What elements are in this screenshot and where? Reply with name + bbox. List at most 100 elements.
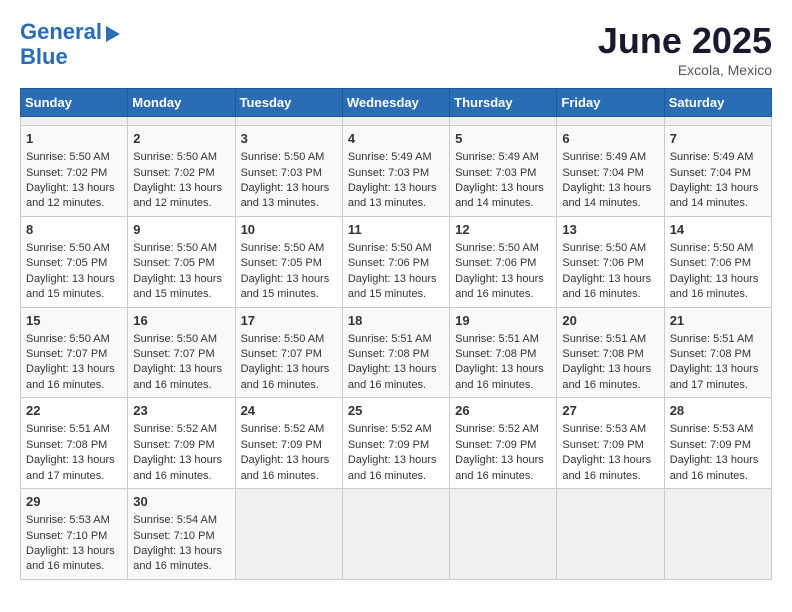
- calendar-table: SundayMondayTuesdayWednesdayThursdayFrid…: [20, 88, 772, 580]
- day-number: 24: [241, 402, 337, 420]
- logo-arrow-icon: [106, 26, 120, 42]
- calendar-cell: 6 Sunrise: 5:49 AM Sunset: 7:04 PM Daylig…: [557, 126, 664, 217]
- calendar-cell: [235, 117, 342, 126]
- day-info: Sunrise: 5:50 AM Sunset: 7:06 PM Dayligh…: [455, 241, 551, 303]
- calendar-cell: 12Sunrise: 5:50 AM Sunset: 7:06 PM Dayli…: [450, 216, 557, 307]
- calendar-week-row: 8 Sunrise: 5:50 AM Sunset: 7:05 PM Daylig…: [21, 216, 772, 307]
- day-number: 6: [562, 130, 658, 148]
- calendar-cell: [342, 117, 449, 126]
- calendar-cell: 9 Sunrise: 5:50 AM Sunset: 7:05 PM Daylig…: [128, 216, 235, 307]
- calendar-cell: [557, 117, 664, 126]
- day-info: Sunrise: 5:49 AM Sunset: 7:03 PM Dayligh…: [348, 150, 444, 212]
- day-number: 11: [348, 221, 444, 239]
- day-info: Sunrise: 5:53 AM Sunset: 7:10 PM Dayligh…: [26, 513, 122, 575]
- day-number: 17: [241, 312, 337, 330]
- day-number: 2: [133, 130, 229, 148]
- calendar-week-row: 29 Sunrise: 5:53 AM Sunset: 7:10 PM Dayli…: [21, 489, 772, 580]
- day-number: 8: [26, 221, 122, 239]
- calendar-cell: 22 Sunrise: 5:51 AM Sunset: 7:08 PM Dayli…: [21, 398, 128, 489]
- day-number: 21: [670, 312, 766, 330]
- calendar-cell: [557, 489, 664, 580]
- calendar-cell: 8 Sunrise: 5:50 AM Sunset: 7:05 PM Daylig…: [21, 216, 128, 307]
- calendar-week-row: 1 Sunrise: 5:50 AM Sunset: 7:02 PM Daylig…: [21, 126, 772, 217]
- calendar-cell: [342, 489, 449, 580]
- weekday-header: Sunday: [21, 89, 128, 117]
- logo-blue-text: Blue: [20, 44, 68, 70]
- calendar-cell: [664, 117, 771, 126]
- day-info: Sunrise: 5:50 AM Sunset: 7:05 PM Dayligh…: [26, 241, 122, 303]
- calendar-cell: 23 Sunrise: 5:52 AM Sunset: 7:09 PM Dayli…: [128, 398, 235, 489]
- calendar-cell: [450, 117, 557, 126]
- day-number: 29: [26, 493, 122, 511]
- calendar-cell: 10 Sunrise: 5:50 AM Sunset: 7:05 PM Dayli…: [235, 216, 342, 307]
- calendar-cell: 20 Sunrise: 5:51 AM Sunset: 7:08 PM Dayli…: [557, 307, 664, 398]
- day-number: 9: [133, 221, 229, 239]
- day-number: 13: [562, 221, 658, 239]
- calendar-cell: 29 Sunrise: 5:53 AM Sunset: 7:10 PM Dayli…: [21, 489, 128, 580]
- weekday-header: Tuesday: [235, 89, 342, 117]
- day-info: Sunrise: 5:52 AM Sunset: 7:09 PM Dayligh…: [241, 422, 337, 484]
- day-info: Sunrise: 5:50 AM Sunset: 7:06 PM Dayligh…: [348, 241, 444, 303]
- calendar-cell: 2 Sunrise: 5:50 AM Sunset: 7:02 PM Daylig…: [128, 126, 235, 217]
- day-info: Sunrise: 5:50 AM Sunset: 7:06 PM Dayligh…: [670, 241, 766, 303]
- day-info: Sunrise: 5:50 AM Sunset: 7:05 PM Dayligh…: [133, 241, 229, 303]
- day-info: Sunrise: 5:52 AM Sunset: 7:09 PM Dayligh…: [455, 422, 551, 484]
- location-subtitle: Excola, Mexico: [598, 62, 772, 78]
- calendar-cell: 19Sunrise: 5:51 AM Sunset: 7:08 PM Dayli…: [450, 307, 557, 398]
- day-info: Sunrise: 5:49 AM Sunset: 7:04 PM Dayligh…: [670, 150, 766, 212]
- calendar-cell: [21, 117, 128, 126]
- day-info: Sunrise: 5:53 AM Sunset: 7:09 PM Dayligh…: [562, 422, 658, 484]
- calendar-cell: 7 Sunrise: 5:49 AM Sunset: 7:04 PM Daylig…: [664, 126, 771, 217]
- calendar-cell: [128, 117, 235, 126]
- day-info: Sunrise: 5:50 AM Sunset: 7:07 PM Dayligh…: [241, 332, 337, 394]
- calendar-week-row: [21, 117, 772, 126]
- day-number: 30: [133, 493, 229, 511]
- day-number: 28: [670, 402, 766, 420]
- day-number: 23: [133, 402, 229, 420]
- weekday-header: Saturday: [664, 89, 771, 117]
- day-number: 4: [348, 130, 444, 148]
- day-info: Sunrise: 5:50 AM Sunset: 7:05 PM Dayligh…: [241, 241, 337, 303]
- calendar-cell: 17 Sunrise: 5:50 AM Sunset: 7:07 PM Dayli…: [235, 307, 342, 398]
- day-number: 10: [241, 221, 337, 239]
- day-number: 7: [670, 130, 766, 148]
- day-info: Sunrise: 5:49 AM Sunset: 7:04 PM Dayligh…: [562, 150, 658, 212]
- logo-text: General: [20, 20, 102, 44]
- day-number: 27: [562, 402, 658, 420]
- calendar-cell: 16Sunrise: 5:50 AM Sunset: 7:07 PM Dayli…: [128, 307, 235, 398]
- calendar-week-row: 15 Sunrise: 5:50 AM Sunset: 7:07 PM Dayli…: [21, 307, 772, 398]
- calendar-cell: 1 Sunrise: 5:50 AM Sunset: 7:02 PM Daylig…: [21, 126, 128, 217]
- day-number: 1: [26, 130, 122, 148]
- day-info: Sunrise: 5:51 AM Sunset: 7:08 PM Dayligh…: [670, 332, 766, 394]
- title-block: June 2025 Excola, Mexico: [598, 20, 772, 78]
- day-number: 3: [241, 130, 337, 148]
- calendar-cell: 14 Sunrise: 5:50 AM Sunset: 7:06 PM Dayli…: [664, 216, 771, 307]
- calendar-cell: 24 Sunrise: 5:52 AM Sunset: 7:09 PM Dayli…: [235, 398, 342, 489]
- day-number: 5: [455, 130, 551, 148]
- day-number: 14: [670, 221, 766, 239]
- day-info: Sunrise: 5:50 AM Sunset: 7:02 PM Dayligh…: [26, 150, 122, 212]
- calendar-cell: 13Sunrise: 5:50 AM Sunset: 7:06 PM Dayli…: [557, 216, 664, 307]
- day-number: 15: [26, 312, 122, 330]
- weekday-header: Thursday: [450, 89, 557, 117]
- calendar-cell: 21 Sunrise: 5:51 AM Sunset: 7:08 PM Dayli…: [664, 307, 771, 398]
- calendar-cell: [450, 489, 557, 580]
- calendar-cell: 15 Sunrise: 5:50 AM Sunset: 7:07 PM Dayli…: [21, 307, 128, 398]
- page-header: General Blue June 2025 Excola, Mexico: [20, 20, 772, 78]
- day-number: 18: [348, 312, 444, 330]
- day-info: Sunrise: 5:50 AM Sunset: 7:03 PM Dayligh…: [241, 150, 337, 212]
- day-info: Sunrise: 5:51 AM Sunset: 7:08 PM Dayligh…: [26, 422, 122, 484]
- day-info: Sunrise: 5:51 AM Sunset: 7:08 PM Dayligh…: [348, 332, 444, 394]
- day-number: 22: [26, 402, 122, 420]
- day-info: Sunrise: 5:49 AM Sunset: 7:03 PM Dayligh…: [455, 150, 551, 212]
- calendar-cell: [235, 489, 342, 580]
- day-number: 20: [562, 312, 658, 330]
- calendar-cell: 27 Sunrise: 5:53 AM Sunset: 7:09 PM Dayli…: [557, 398, 664, 489]
- calendar-cell: 26Sunrise: 5:52 AM Sunset: 7:09 PM Dayli…: [450, 398, 557, 489]
- day-info: Sunrise: 5:52 AM Sunset: 7:09 PM Dayligh…: [348, 422, 444, 484]
- day-number: 25: [348, 402, 444, 420]
- day-info: Sunrise: 5:52 AM Sunset: 7:09 PM Dayligh…: [133, 422, 229, 484]
- day-info: Sunrise: 5:50 AM Sunset: 7:07 PM Dayligh…: [26, 332, 122, 394]
- day-info: Sunrise: 5:50 AM Sunset: 7:02 PM Dayligh…: [133, 150, 229, 212]
- day-info: Sunrise: 5:51 AM Sunset: 7:08 PM Dayligh…: [562, 332, 658, 394]
